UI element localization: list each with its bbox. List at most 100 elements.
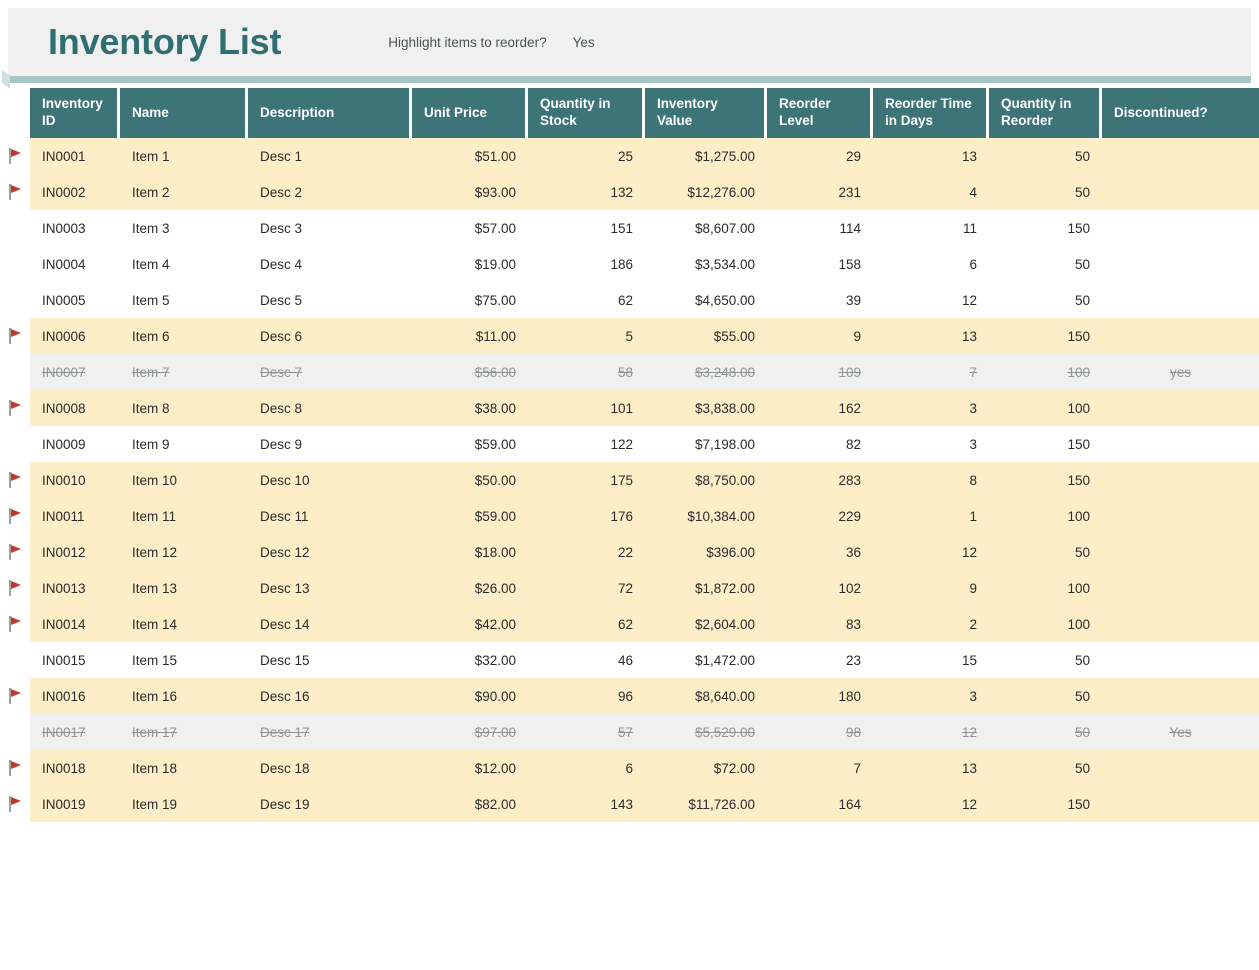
table-row[interactable]: IN0006 Item 6 Desc 6 $11.00 5 $55.00 9 13 150 [0,318,1259,354]
cell-unit-price[interactable]: $50.00 [412,462,528,498]
cell-name[interactable]: Item 15 [120,642,248,678]
cell-quantity-in-reorder[interactable]: 100 [989,570,1102,606]
cell-inventory-id[interactable]: IN0001 [30,138,120,174]
column-header-discontinued[interactable]: Discontinued? [1102,88,1259,138]
cell-discontinued[interactable] [1102,282,1259,318]
cell-unit-price[interactable]: $93.00 [412,174,528,210]
cell-description[interactable]: Desc 1 [248,138,412,174]
cell-unit-price[interactable]: $57.00 [412,210,528,246]
cell-quantity-in-reorder[interactable]: 150 [989,210,1102,246]
cell-reorder-level[interactable]: 7 [767,750,873,786]
cell-name[interactable]: Item 13 [120,570,248,606]
column-header-inventory-id[interactable]: Inventory ID [30,88,120,138]
cell-reorder-time-in-days[interactable]: 12 [873,714,989,750]
cell-inventory-value[interactable]: $1,872.00 [645,570,767,606]
cell-unit-price[interactable]: $82.00 [412,786,528,822]
cell-description[interactable]: Desc 11 [248,498,412,534]
table-row[interactable]: IN0014 Item 14 Desc 14 $42.00 62 $2,604.00 83 2… [0,606,1259,642]
cell-reorder-level[interactable]: 231 [767,174,873,210]
cell-inventory-id[interactable]: IN0015 [30,642,120,678]
cell-quantity-in-reorder[interactable]: 50 [989,282,1102,318]
cell-reorder-time-in-days[interactable]: 6 [873,246,989,282]
cell-reorder-level[interactable]: 29 [767,138,873,174]
cell-inventory-value[interactable]: $396.00 [645,534,767,570]
cell-reorder-time-in-days[interactable]: 15 [873,642,989,678]
column-header-description[interactable]: Description [248,88,412,138]
cell-reorder-level[interactable]: 162 [767,390,873,426]
cell-unit-price[interactable]: $56.00 [412,354,528,390]
cell-discontinued[interactable] [1102,786,1259,822]
cell-quantity-in-stock[interactable]: 62 [528,606,645,642]
cell-description[interactable]: Desc 18 [248,750,412,786]
cell-inventory-id[interactable]: IN0009 [30,426,120,462]
cell-discontinued[interactable] [1102,750,1259,786]
cell-discontinued[interactable] [1102,318,1259,354]
cell-quantity-in-reorder[interactable]: 50 [989,750,1102,786]
cell-inventory-value[interactable]: $7,198.00 [645,426,767,462]
cell-inventory-value[interactable]: $8,750.00 [645,462,767,498]
cell-inventory-id[interactable]: IN0011 [30,498,120,534]
cell-reorder-level[interactable]: 36 [767,534,873,570]
table-row[interactable]: IN0017 Item 17 Desc 17 $97.00 57 $5,529.00 98 1… [0,714,1259,750]
cell-description[interactable]: Desc 12 [248,534,412,570]
cell-inventory-value[interactable]: $12,276.00 [645,174,767,210]
cell-description[interactable]: Desc 9 [248,426,412,462]
cell-inventory-id[interactable]: IN0004 [30,246,120,282]
cell-inventory-value[interactable]: $1,472.00 [645,642,767,678]
cell-name[interactable]: Item 7 [120,354,248,390]
cell-description[interactable]: Desc 14 [248,606,412,642]
cell-unit-price[interactable]: $59.00 [412,426,528,462]
cell-quantity-in-stock[interactable]: 57 [528,714,645,750]
cell-quantity-in-reorder[interactable]: 100 [989,354,1102,390]
cell-quantity-in-stock[interactable]: 25 [528,138,645,174]
cell-description[interactable]: Desc 2 [248,174,412,210]
table-row[interactable]: IN0012 Item 12 Desc 12 $18.00 22 $396.00 36 12 5… [0,534,1259,570]
cell-name[interactable]: Item 2 [120,174,248,210]
cell-quantity-in-stock[interactable]: 175 [528,462,645,498]
cell-reorder-time-in-days[interactable]: 11 [873,210,989,246]
cell-reorder-time-in-days[interactable]: 1 [873,498,989,534]
cell-description[interactable]: Desc 7 [248,354,412,390]
table-row[interactable]: IN0004 Item 4 Desc 4 $19.00 186 $3,534.00 158 6… [0,246,1259,282]
cell-discontinued[interactable] [1102,390,1259,426]
cell-discontinued[interactable] [1102,462,1259,498]
cell-quantity-in-reorder[interactable]: 100 [989,498,1102,534]
cell-name[interactable]: Item 11 [120,498,248,534]
cell-quantity-in-stock[interactable]: 58 [528,354,645,390]
cell-description[interactable]: Desc 16 [248,678,412,714]
cell-reorder-time-in-days[interactable]: 3 [873,390,989,426]
cell-description[interactable]: Desc 5 [248,282,412,318]
cell-inventory-value[interactable]: $3,534.00 [645,246,767,282]
cell-quantity-in-stock[interactable]: 101 [528,390,645,426]
cell-inventory-value[interactable]: $2,604.00 [645,606,767,642]
table-row[interactable]: IN0007 Item 7 Desc 7 $56.00 58 $3,248.00 109 7 1… [0,354,1259,390]
cell-name[interactable]: Item 16 [120,678,248,714]
cell-discontinued[interactable] [1102,210,1259,246]
cell-quantity-in-reorder[interactable]: 100 [989,606,1102,642]
cell-name[interactable]: Item 19 [120,786,248,822]
highlight-reorder-value[interactable]: Yes [573,35,595,50]
cell-quantity-in-stock[interactable]: 6 [528,750,645,786]
cell-reorder-time-in-days[interactable]: 3 [873,678,989,714]
cell-inventory-value[interactable]: $72.00 [645,750,767,786]
cell-unit-price[interactable]: $26.00 [412,570,528,606]
cell-reorder-level[interactable]: 229 [767,498,873,534]
column-header-quantity-in-reorder[interactable]: Quantity in Reorder [989,88,1102,138]
table-row[interactable]: IN0003 Item 3 Desc 3 $57.00 151 $8,607.00 114 1… [0,210,1259,246]
cell-discontinued[interactable] [1102,642,1259,678]
cell-discontinued[interactable] [1102,534,1259,570]
cell-quantity-in-stock[interactable]: 176 [528,498,645,534]
cell-reorder-level[interactable]: 283 [767,462,873,498]
cell-inventory-id[interactable]: IN0018 [30,750,120,786]
cell-unit-price[interactable]: $18.00 [412,534,528,570]
cell-unit-price[interactable]: $90.00 [412,678,528,714]
cell-inventory-id[interactable]: IN0003 [30,210,120,246]
cell-inventory-value[interactable]: $3,838.00 [645,390,767,426]
table-row[interactable]: IN0001 Item 1 Desc 1 $51.00 25 $1,275.00 29 13 5… [0,138,1259,174]
cell-reorder-level[interactable]: 83 [767,606,873,642]
cell-inventory-id[interactable]: IN0007 [30,354,120,390]
cell-quantity-in-reorder[interactable]: 50 [989,534,1102,570]
cell-description[interactable]: Desc 17 [248,714,412,750]
cell-inventory-id[interactable]: IN0019 [30,786,120,822]
cell-unit-price[interactable]: $51.00 [412,138,528,174]
